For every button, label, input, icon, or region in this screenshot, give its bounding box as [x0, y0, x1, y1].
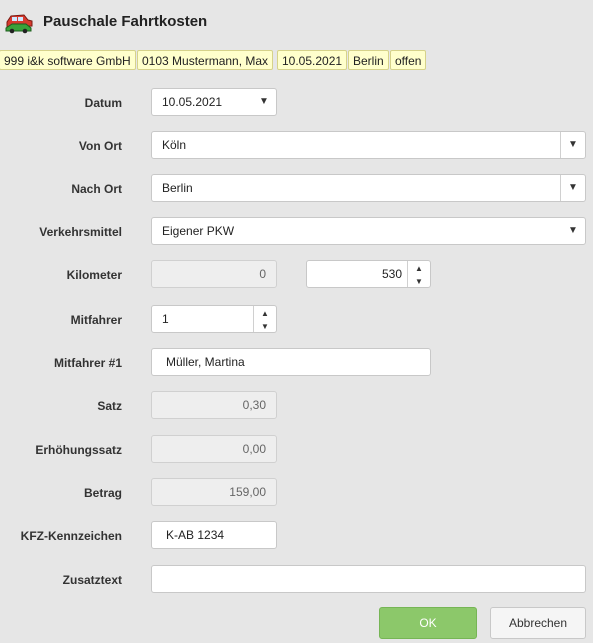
erhoehungssatz-label: Erhöhungssatz	[35, 443, 122, 457]
kilometer-readonly: 0	[151, 260, 277, 288]
chip-status: offen	[390, 50, 427, 70]
chevron-down-icon: ▼	[568, 225, 578, 236]
mitfahrer-value: 1	[162, 312, 169, 326]
von-ort-label: Von Ort	[78, 139, 122, 153]
kfz-label: KFZ-Kennzeichen	[20, 529, 122, 543]
nach-ort-value: Berlin	[162, 181, 193, 195]
kilometer-stepper-value: 530	[381, 267, 402, 281]
chip-city: Berlin	[348, 50, 389, 70]
nach-ort-select[interactable]: Berlin ▼	[151, 174, 586, 202]
satz-label: Satz	[97, 399, 122, 413]
title-bar: Pauschale Fahrtkosten	[0, 0, 593, 44]
cancel-button[interactable]: Abbrechen	[490, 607, 586, 639]
stepper-arrows-icon[interactable]: ▲ ▼	[253, 306, 276, 332]
verkehrsmittel-value: Eigener PKW	[162, 224, 235, 238]
zusatztext-label: Zusatztext	[62, 573, 122, 587]
kilometer-stepper[interactable]: 530 ▲ ▼	[306, 260, 431, 288]
kilometer-label: Kilometer	[66, 268, 122, 282]
erhoehungssatz-readonly: 0,00	[151, 435, 277, 463]
mitfahrer-label: Mitfahrer	[70, 313, 122, 327]
mitfahrer1-label: Mitfahrer #1	[53, 356, 122, 370]
betrag-label: Betrag	[83, 486, 122, 500]
chip-date: 10.05.2021	[277, 50, 348, 70]
datum-label: Datum	[84, 96, 122, 110]
stepper-arrows-icon[interactable]: ▲ ▼	[407, 261, 430, 287]
chip-company: 999 i&k software GmbH	[0, 50, 136, 70]
kfz-input[interactable]: K-AB 1234	[151, 521, 277, 549]
car-icon	[5, 14, 33, 34]
verkehrsmittel-select[interactable]: Eigener PKW ▼	[151, 217, 586, 245]
chevron-down-icon[interactable]: ▼	[560, 132, 585, 158]
ok-button[interactable]: OK	[379, 607, 477, 639]
von-ort-select[interactable]: Köln ▼	[151, 131, 586, 159]
nach-ort-label: Nach Ort	[71, 182, 122, 196]
satz-readonly: 0,30	[151, 391, 277, 419]
zusatztext-input[interactable]	[151, 565, 586, 593]
chip-employee: 0103 Mustermann, Max	[137, 50, 274, 70]
window-title: Pauschale Fahrtkosten	[43, 13, 208, 30]
datum-select[interactable]: 10.05.2021 ▼	[151, 88, 277, 116]
datum-value: 10.05.2021	[162, 95, 223, 109]
betrag-readonly: 159,00	[151, 478, 277, 506]
mitfahrer1-input[interactable]: Müller, Martina	[151, 348, 431, 376]
von-ort-value: Köln	[162, 138, 187, 152]
chevron-down-icon: ▼	[259, 96, 269, 107]
verkehrsmittel-label: Verkehrsmittel	[39, 225, 122, 239]
mitfahrer-stepper[interactable]: 1 ▲ ▼	[151, 305, 277, 333]
chevron-down-icon[interactable]: ▼	[560, 175, 585, 201]
